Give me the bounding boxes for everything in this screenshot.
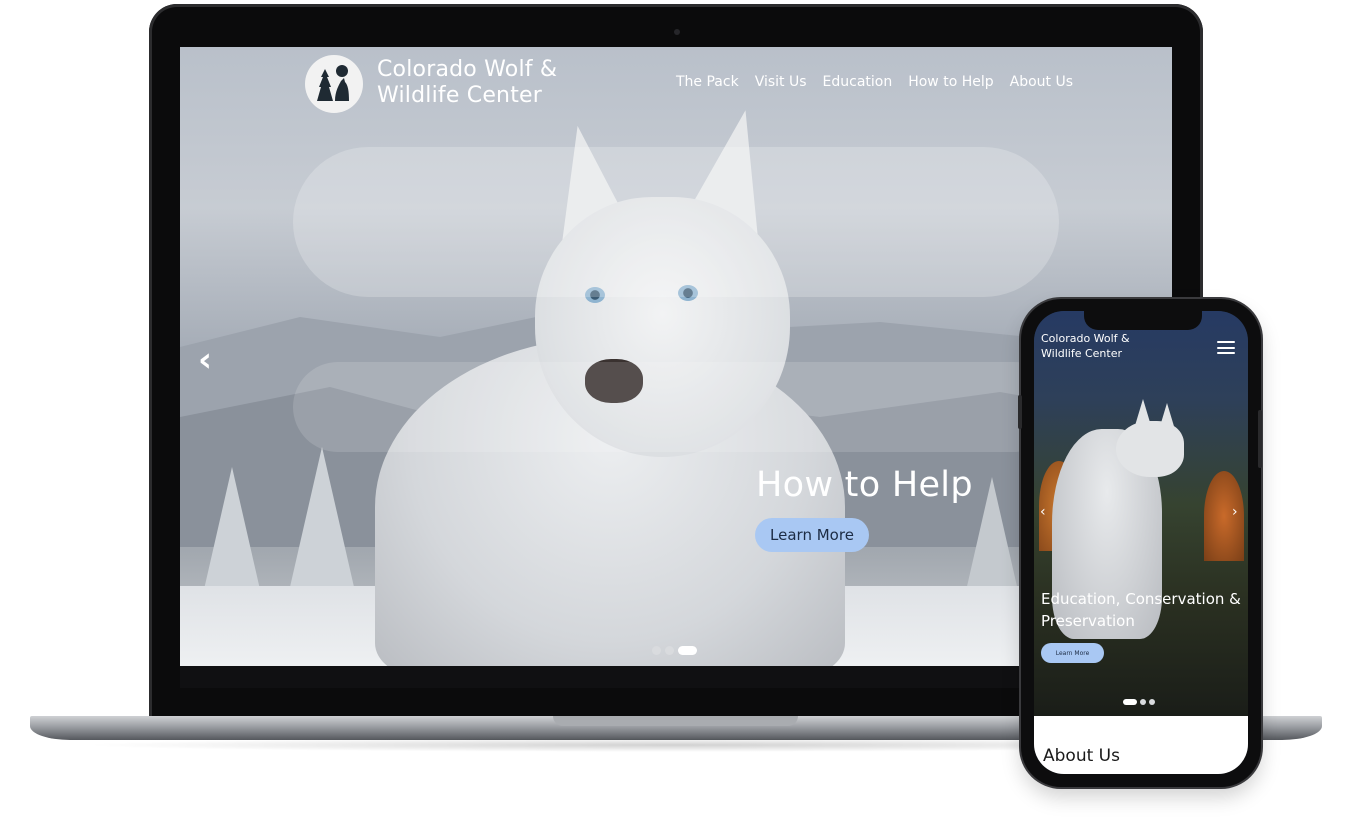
snow-tree (290, 447, 354, 587)
about-section: About Us (1034, 716, 1248, 774)
brand-line-2: Wildlife Center (377, 83, 543, 108)
carousel-dot[interactable] (1149, 699, 1155, 705)
brand-line-1: Colorado Wolf & (377, 57, 558, 82)
phone-side-button (1258, 410, 1262, 468)
phone-learn-more-button[interactable]: Learn More (1041, 643, 1104, 663)
phone-hero: Colorado Wolf & Wildlife Center ‹ › Educ… (1034, 311, 1248, 716)
site-brand[interactable]: Colorado Wolf & Wildlife Center (377, 57, 557, 109)
dog-head (1116, 421, 1184, 477)
laptop-trackpad-notch (553, 716, 798, 726)
carousel-dot-active[interactable] (1123, 699, 1137, 705)
nav-item-the-pack[interactable]: The Pack (676, 74, 739, 90)
carousel-dot-active[interactable] (678, 646, 697, 655)
carousel-indicators (652, 646, 697, 655)
carousel-prev-icon[interactable]: ‹ (1040, 504, 1046, 520)
nav-item-how-to-help[interactable]: How to Help (908, 74, 993, 90)
decorative-diamond (293, 362, 1059, 452)
hero-title: How to Help (756, 465, 973, 505)
logo-icon[interactable] (305, 55, 363, 113)
hamburger-menu-icon[interactable] (1217, 341, 1235, 354)
carousel-prev-icon[interactable]: ‹ (198, 343, 212, 377)
carousel-dot[interactable] (665, 646, 674, 655)
about-section-title: About Us (1043, 746, 1120, 766)
carousel-dot[interactable] (652, 646, 661, 655)
nav-item-education[interactable]: Education (823, 74, 893, 90)
phone-notch (1084, 311, 1202, 330)
decorative-diamond (293, 147, 1059, 297)
phone-site-brand[interactable]: Colorado Wolf & Wildlife Center (1041, 331, 1130, 361)
nav-item-about-us[interactable]: About Us (1010, 74, 1073, 90)
carousel-next-icon[interactable]: › (1232, 504, 1238, 520)
nav-item-visit-us[interactable]: Visit Us (755, 74, 807, 90)
brand-line-2: Wildlife Center (1041, 347, 1123, 360)
wolf-howling-moon-logo-icon (317, 65, 349, 101)
brand-line-1: Colorado Wolf & (1041, 332, 1130, 345)
phone-screen: Colorado Wolf & Wildlife Center ‹ › Educ… (1034, 311, 1248, 774)
carousel-dot[interactable] (1140, 699, 1146, 705)
autumn-tree (1204, 471, 1244, 561)
main-navigation: The Pack Visit Us Education How to Help … (676, 74, 1073, 90)
phone-carousel-indicators (1123, 699, 1155, 705)
phone-hero-title: Education, Conservation & Preservation (1041, 590, 1241, 630)
laptop-camera (674, 29, 680, 35)
learn-more-button[interactable]: Learn More (755, 518, 869, 552)
phone-side-button (1018, 395, 1022, 429)
